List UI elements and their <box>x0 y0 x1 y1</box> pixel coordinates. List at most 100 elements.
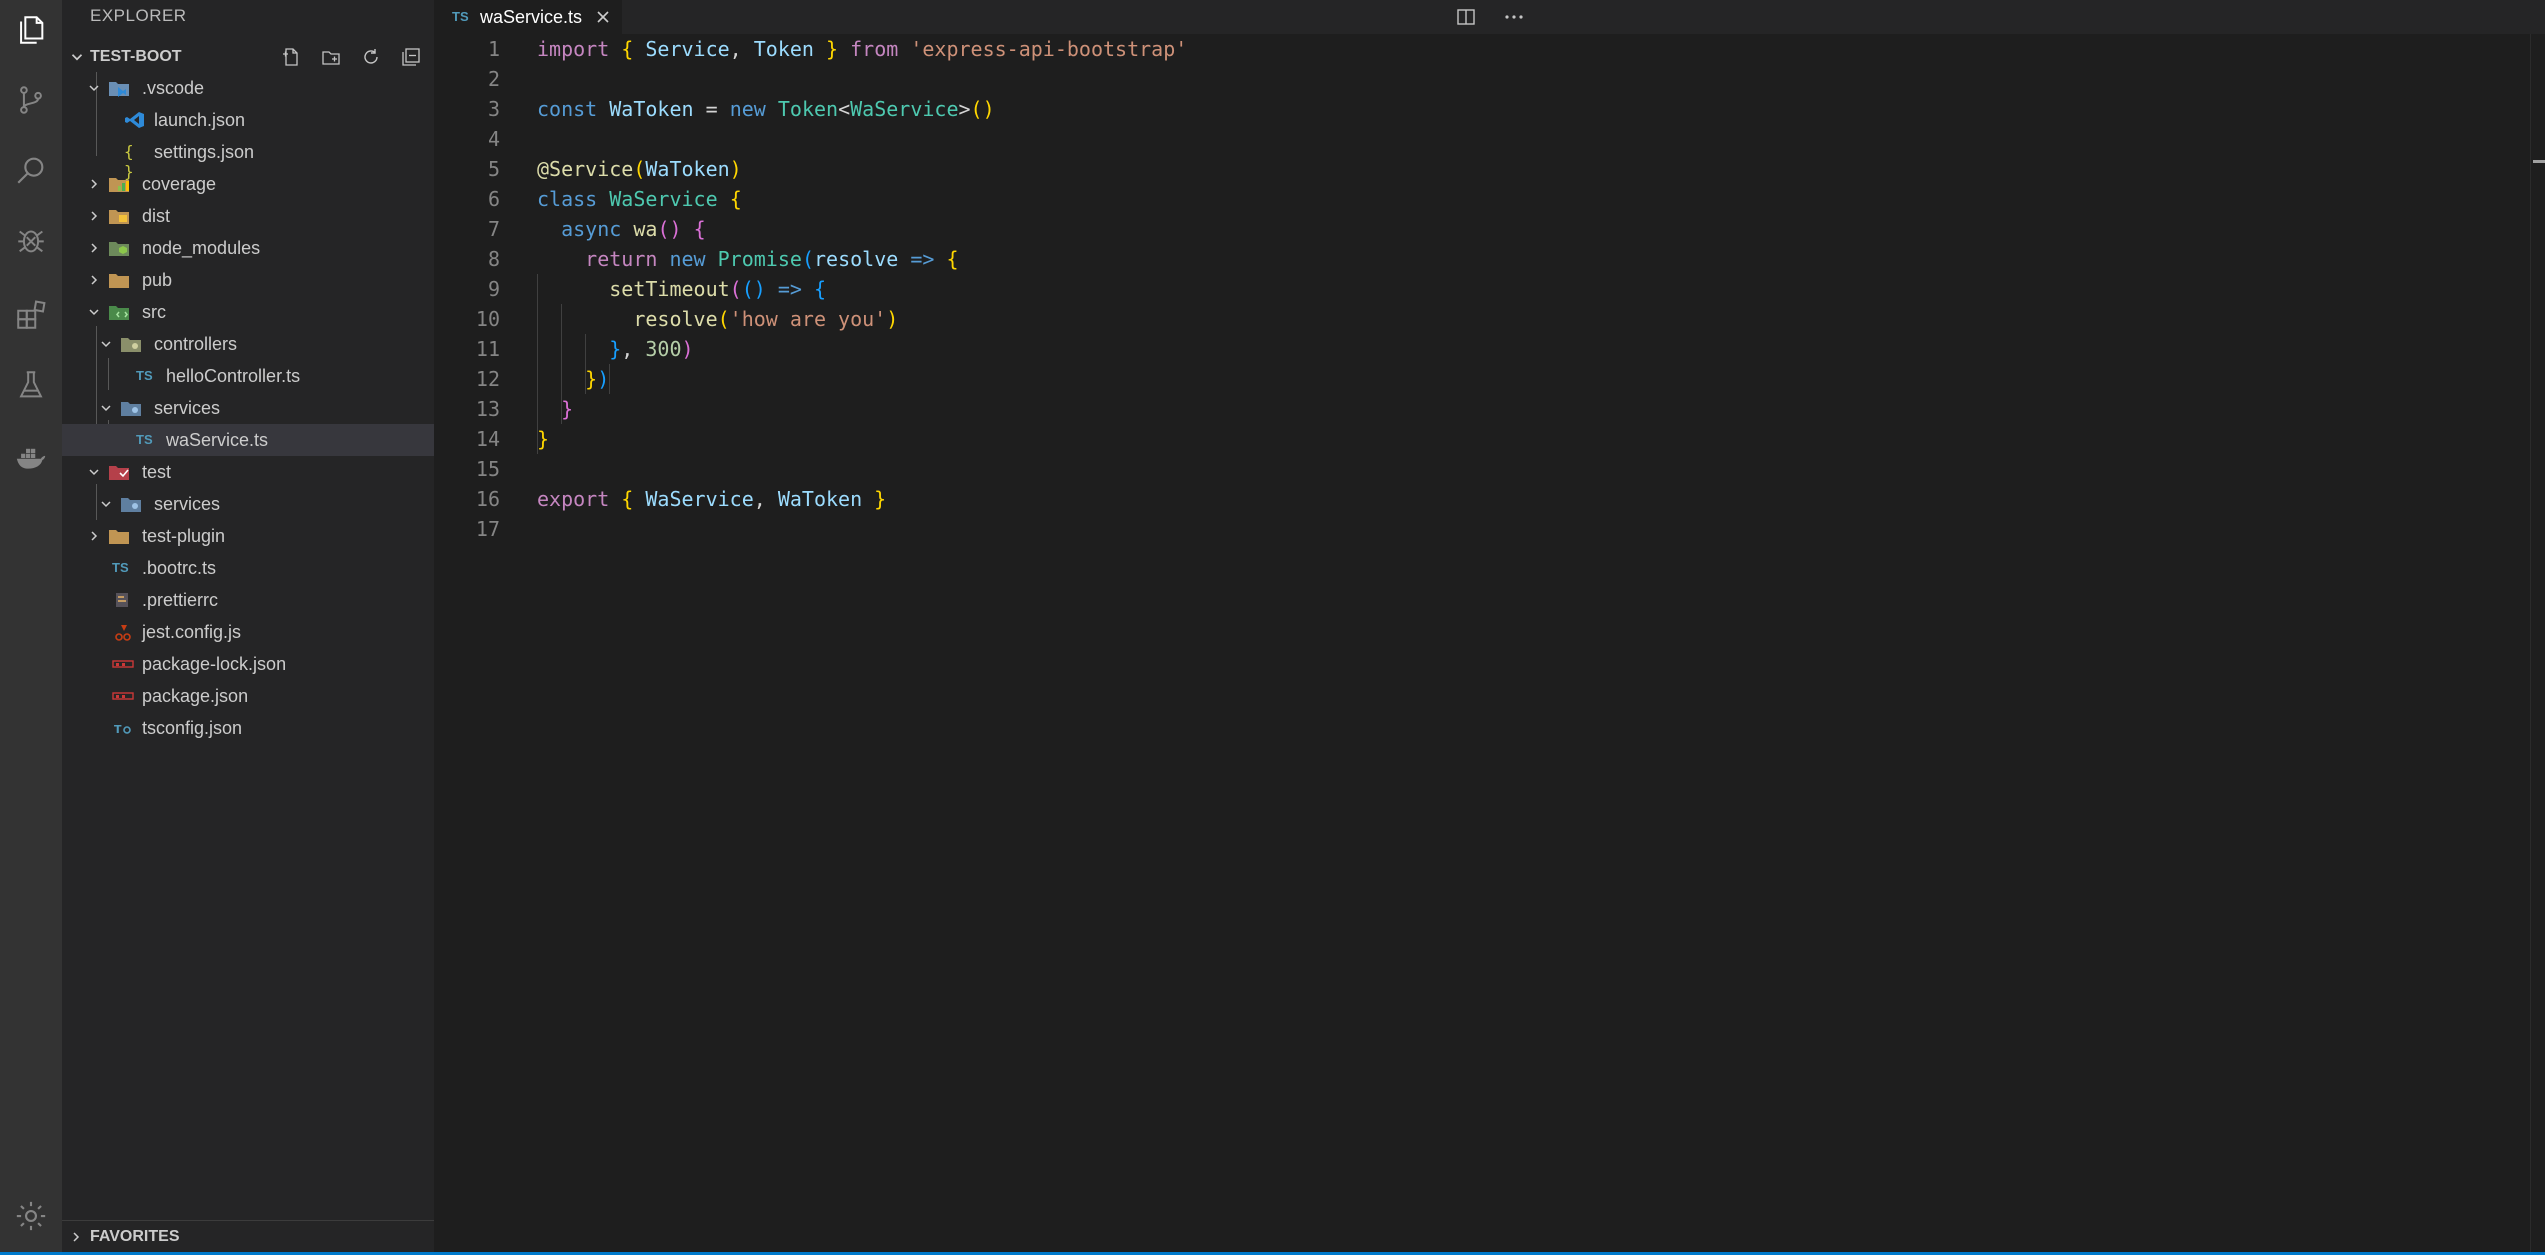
code-token: } <box>561 397 574 421</box>
code-line-9: setTimeout(() => { <box>537 274 826 304</box>
chevron-down-icon <box>101 341 111 348</box>
tree-folder-test-services[interactable]: services <box>62 488 434 520</box>
tree-file-launch-json[interactable]: launch.json <box>62 104 434 136</box>
tree-folder-controllers[interactable]: controllers <box>62 328 434 360</box>
docker-icon[interactable] <box>0 428 62 488</box>
line-number: 6 <box>487 187 500 211</box>
workspace-section-header[interactable]: TEST-BOOT <box>62 42 434 72</box>
line-number: 8 <box>487 247 500 271</box>
code-line-3: const WaToken = new Token<WaService>() <box>537 94 995 124</box>
line-number: 17 <box>475 517 500 541</box>
cursor-position-mark <box>2533 160 2545 163</box>
extensions-icon[interactable] <box>0 285 62 345</box>
line-number: 2 <box>487 67 500 91</box>
tree-folder-test-plugin[interactable]: test-plugin <box>62 520 434 552</box>
tree-file-bootrc[interactable]: TS .bootrc.ts <box>62 552 434 584</box>
explorer-icon[interactable] <box>0 0 62 60</box>
code-token: { <box>609 37 646 61</box>
tree-folder-coverage[interactable]: coverage <box>62 168 434 200</box>
code-token: ( <box>633 157 646 181</box>
tree-folder-src[interactable]: src <box>62 296 434 328</box>
split-editor-icon[interactable] <box>1456 7 1476 27</box>
vscode-file-icon <box>125 112 144 128</box>
search-icon[interactable] <box>0 140 62 200</box>
new-folder-icon[interactable] <box>320 46 342 68</box>
new-file-icon[interactable] <box>280 46 302 68</box>
line-number: 5 <box>487 157 500 181</box>
code-line-7: async wa() { <box>537 214 706 244</box>
tree-label: .vscode <box>142 78 205 98</box>
tree-file-package-lock[interactable]: package-lock.json <box>62 648 434 680</box>
testing-icon[interactable] <box>0 355 62 415</box>
overview-ruler[interactable] <box>2530 34 2545 1252</box>
code-token: @Service <box>537 157 634 181</box>
code-token: { <box>814 277 827 301</box>
tree-file-prettierrc[interactable]: .prettierrc <box>62 584 434 616</box>
explorer-title: EXPLORER <box>90 6 187 25</box>
code-token: wa <box>633 217 658 241</box>
code-token: > <box>958 97 971 121</box>
line-number: 11 <box>475 337 500 361</box>
code-token: WaToken <box>777 487 863 511</box>
favorites-section-header[interactable]: FAVORITES <box>62 1220 434 1253</box>
chevron-down-icon <box>101 501 111 508</box>
tree-file-settings-json[interactable]: { } settings.json <box>62 136 434 181</box>
typescript-file-icon: TS <box>136 368 153 383</box>
tree-file-waservice[interactable]: TS waService.ts <box>62 424 434 456</box>
tree-file-jest-config[interactable]: jest.config.js <box>62 616 434 648</box>
tree-folder-vscode[interactable]: .vscode <box>62 72 434 104</box>
tab-waservice[interactable]: TS waService.ts <box>434 0 622 34</box>
code-token: ) <box>886 307 899 331</box>
editor-tab-bar: TS waService.ts <box>434 0 2545 34</box>
explorer-sidebar: EXPLORER TEST-BOOT .vscode launch.json {… <box>62 0 434 1253</box>
code-token: resolve <box>813 247 899 271</box>
tree-label: jest.config.js <box>142 622 242 642</box>
coverage-folder-icon <box>109 178 129 192</box>
code-editor[interactable]: 1 2 3 4 5 6 7 8 9 10 11 12 13 14 15 16 1… <box>434 34 2545 1252</box>
code-token: = <box>693 97 730 121</box>
code-token: setTimeout <box>609 277 730 301</box>
code-token: WaToken <box>645 157 730 181</box>
code-token: { <box>729 187 742 211</box>
source-control-icon[interactable] <box>0 70 62 130</box>
code-token: } <box>813 37 851 61</box>
folder-icon <box>109 530 129 544</box>
code-line-5: @Service(WaToken) <box>537 154 742 184</box>
code-line-8: return new Promise(resolve => { <box>537 244 958 274</box>
tree-label: settings.json <box>154 142 255 162</box>
code-token: () <box>741 277 766 301</box>
tree-folder-node-modules[interactable]: node_modules <box>62 232 434 264</box>
manage-gear-icon[interactable] <box>0 1186 62 1246</box>
tree-folder-test[interactable]: test <box>62 456 434 488</box>
tree-file-package-json[interactable]: package.json <box>62 680 434 712</box>
refresh-icon[interactable] <box>360 46 382 68</box>
collapse-all-icon[interactable] <box>400 46 422 68</box>
line-number: 14 <box>475 427 500 451</box>
tree-label: services <box>154 398 221 418</box>
chevron-right-icon <box>73 1232 80 1242</box>
close-icon[interactable] <box>594 8 612 26</box>
debug-icon[interactable] <box>0 210 62 270</box>
tree-label: test-plugin <box>142 526 226 546</box>
npm-file-icon <box>112 660 134 668</box>
tree-file-hello-controller[interactable]: TS helloController.ts <box>62 360 434 392</box>
tree-file-tsconfig[interactable]: T tsconfig.json <box>62 712 434 744</box>
tree-label: src <box>142 302 166 322</box>
code-token: Service <box>645 37 730 61</box>
code-token: return <box>585 247 658 271</box>
code-token: , <box>621 337 646 361</box>
more-actions-icon[interactable] <box>1502 7 1526 27</box>
line-number: 1 <box>487 37 500 61</box>
favorites-title: FAVORITES <box>90 1228 180 1245</box>
tree-folder-pub[interactable]: pub <box>62 264 434 296</box>
code-token: => <box>777 277 802 301</box>
tree-folder-services[interactable]: services <box>62 392 434 424</box>
line-number: 9 <box>487 277 500 301</box>
tree-folder-dist[interactable]: dist <box>62 200 434 232</box>
tree-label: tsconfig.json <box>142 718 243 738</box>
